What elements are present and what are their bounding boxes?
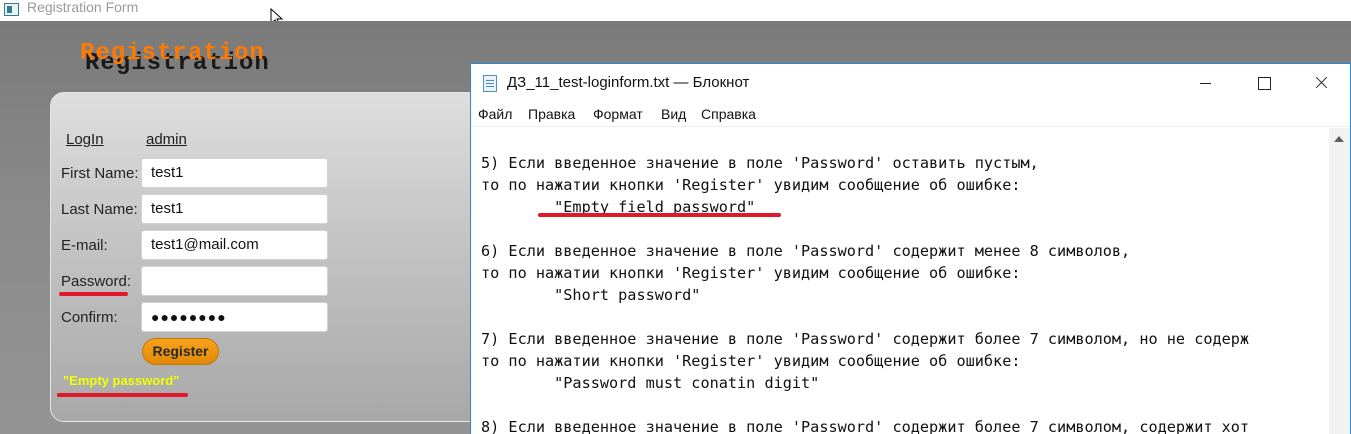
text-line: "Short password"	[481, 286, 701, 304]
menu-edit[interactable]: Правка	[528, 106, 575, 122]
notepad-window: ДЗ_11_test-loginform.txt — Блокнот Файл …	[470, 63, 1351, 434]
vertical-scrollbar[interactable]	[1329, 128, 1350, 434]
text-line: то по нажатии кнопки 'Register' увидим с…	[481, 352, 1021, 370]
notepad-menubar: Файл Правка Формат Вид Справка	[471, 102, 1350, 127]
text-line: то по нажатии кнопки 'Register' увидим с…	[481, 176, 1021, 194]
password-label: Password:	[61, 273, 132, 290]
text-line: 7) Если введенное значение в поле 'Passw…	[481, 330, 1250, 348]
last-name-field[interactable]: test1	[141, 194, 328, 224]
minimize-button[interactable]	[1176, 64, 1234, 102]
text-line: то по нажатии кнопки 'Register' увидим с…	[481, 264, 1021, 282]
email-field[interactable]: test1@mail.com	[141, 230, 328, 260]
text-line: 5) Если введенное значение в поле 'Passw…	[481, 154, 1039, 172]
empty-field-password-underline	[538, 213, 781, 217]
close-button[interactable]	[1292, 64, 1350, 102]
registration-titlebar: Registration Form	[0, 0, 1351, 21]
login-link[interactable]: LogIn	[66, 131, 104, 148]
register-button[interactable]: Register	[142, 338, 219, 365]
menu-help[interactable]: Справка	[701, 106, 756, 122]
menu-file[interactable]: Файл	[478, 106, 512, 122]
text-line: "Password must conatin digit"	[481, 374, 820, 392]
admin-link[interactable]: admin	[146, 131, 187, 148]
last-name-label: Last Name:	[61, 201, 138, 218]
window-title: Registration Form	[27, 0, 139, 15]
email-label: E-mail:	[61, 237, 108, 254]
confirm-label: Confirm:	[61, 309, 118, 326]
first-name-field[interactable]: test1	[141, 158, 328, 188]
error-message: "Empty password"	[63, 373, 180, 388]
app-icon	[4, 3, 19, 16]
text-line: 6) Если введенное значение в поле 'Passw…	[481, 242, 1131, 260]
notepad-title: ДЗ_11_test-loginform.txt — Блокнот	[507, 74, 750, 91]
error-message-underline	[57, 393, 188, 397]
scroll-up-arrow-icon[interactable]	[1334, 136, 1344, 142]
menu-view[interactable]: Вид	[661, 106, 686, 122]
text-line: 8) Если введенное значение в поле 'Passw…	[481, 418, 1250, 434]
notepad-text-area[interactable]: 5) Если введенное значение в поле 'Passw…	[471, 128, 1329, 434]
first-name-label: First Name:	[61, 165, 139, 182]
password-field[interactable]	[141, 266, 328, 296]
password-label-underline	[59, 292, 128, 296]
confirm-password-field[interactable]: ●●●●●●●●	[141, 302, 328, 332]
maximize-button[interactable]	[1234, 64, 1292, 102]
notepad-icon	[483, 75, 497, 92]
notepad-titlebar: ДЗ_11_test-loginform.txt — Блокнот	[471, 64, 1350, 102]
registration-heading: Registration	[80, 40, 265, 67]
menu-format[interactable]: Формат	[593, 106, 643, 122]
